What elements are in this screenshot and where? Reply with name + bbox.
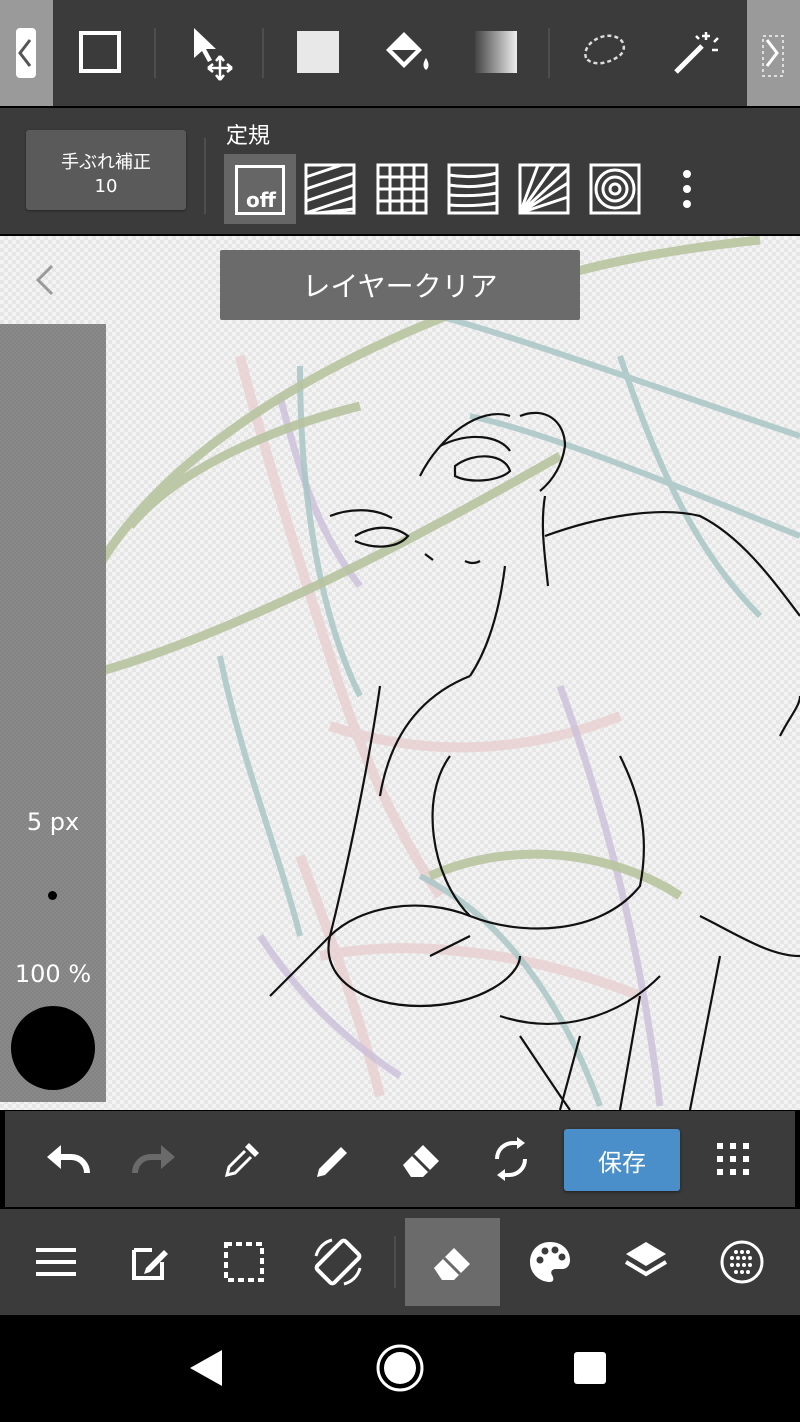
parallel-ruler-button[interactable]: [298, 160, 362, 218]
redo-icon: [132, 1145, 175, 1174]
brush-size-label: 5 px: [26, 808, 80, 836]
concentric-ruler-button[interactable]: [583, 160, 647, 218]
gradient-icon: [475, 31, 517, 73]
stabilizer-value: 10: [94, 176, 118, 197]
ruler-off-frame: off: [235, 165, 285, 215]
radial-ruler-button[interactable]: [512, 160, 576, 218]
color-swatch[interactable]: [11, 1006, 95, 1090]
nav-home-button[interactable]: [374, 1342, 426, 1398]
nav-back-button[interactable]: [186, 1346, 226, 1394]
recents-square-icon: [574, 1352, 606, 1384]
stabilizer-label: 手ぶれ補正: [61, 152, 151, 173]
more-vertical-icon: [683, 170, 691, 208]
tab-eraser[interactable]: [406, 1216, 498, 1308]
tab-material[interactable]: [696, 1216, 788, 1308]
gradient-tool[interactable]: [458, 14, 534, 90]
ruler-label: 定規: [226, 124, 271, 149]
concentric-circles-icon: [589, 163, 641, 215]
rotate-arrows-icon: [495, 1137, 527, 1181]
transform-toggle-button[interactable]: [476, 1124, 546, 1194]
eyedropper-icon: [224, 1143, 259, 1178]
pencil-icon: [317, 1147, 347, 1177]
dotted-circle-icon: [720, 1240, 764, 1284]
tab-layers[interactable]: [600, 1216, 692, 1308]
back-triangle-icon: [190, 1350, 222, 1386]
square-outline-icon: [79, 31, 121, 73]
lasso-icon: [584, 34, 625, 65]
chevron-left-icon: [16, 28, 36, 78]
dashed-selection-icon: [224, 1242, 264, 1282]
layers-icon: [624, 1242, 668, 1277]
paint-bucket-icon: [386, 32, 429, 70]
grid-icon: [376, 163, 428, 215]
menu-grid-button[interactable]: [698, 1124, 768, 1194]
more-options-button[interactable]: [670, 166, 704, 214]
stabilizer-button[interactable]: 手ぶれ補正 10: [26, 130, 186, 210]
rectangle-select-tool[interactable]: [62, 14, 138, 90]
dots-grid-icon: [717, 1143, 749, 1175]
fill-color-tool[interactable]: [280, 14, 356, 90]
bucket-tool[interactable]: [368, 14, 444, 90]
palette-icon: [530, 1242, 570, 1282]
toolbar-divider: [154, 28, 156, 78]
tab-edit[interactable]: [104, 1216, 196, 1308]
tab-menu[interactable]: [10, 1216, 102, 1308]
tab-divider: [394, 1236, 396, 1288]
drawing-canvas[interactable]: [0, 236, 800, 1110]
edit-square-icon: [132, 1248, 168, 1280]
eraser-icon: [434, 1248, 470, 1280]
chevron-left-icon: [35, 264, 54, 296]
ruler-off-label: off: [246, 188, 276, 212]
magic-wand-icon: [674, 32, 719, 74]
eraser-quick-button[interactable]: [386, 1124, 456, 1194]
hamburger-menu-icon: [36, 1248, 76, 1276]
move-tool[interactable]: [172, 14, 248, 90]
ruler-divider: [204, 138, 206, 214]
collapse-left-tab[interactable]: [0, 0, 53, 106]
filled-square-icon: [297, 31, 339, 73]
tab-color[interactable]: [504, 1216, 596, 1308]
screen-rotation-icon: [314, 1238, 362, 1286]
pen-button[interactable]: [298, 1124, 368, 1194]
grid-ruler-button[interactable]: [370, 160, 434, 218]
perspective-ruler-button[interactable]: [441, 160, 505, 218]
toolbar-divider: [262, 28, 264, 78]
tab-selection[interactable]: [198, 1216, 290, 1308]
chevron-right-icon: [762, 35, 784, 77]
toolbar-divider: [548, 28, 550, 78]
redo-button[interactable]: [120, 1124, 190, 1194]
tab-rotate-canvas[interactable]: [292, 1216, 384, 1308]
canvas-back-button[interactable]: [26, 260, 62, 304]
eyedropper-button[interactable]: [208, 1124, 278, 1194]
opacity-label: 100 %: [14, 960, 92, 988]
undo-icon: [47, 1145, 90, 1174]
lasso-tool[interactable]: [566, 14, 642, 90]
move-arrow-icon: [194, 28, 233, 81]
toast-message: レイヤークリア: [220, 250, 580, 320]
parallel-lines-icon: [304, 163, 356, 215]
perspective-lines-icon: [447, 163, 499, 215]
collapse-right-tab[interactable]: [747, 0, 800, 106]
eraser-icon: [403, 1145, 439, 1177]
home-circle-icon: [376, 1344, 424, 1392]
canvas-artwork: [39, 236, 800, 1110]
ruler-off-button[interactable]: off: [224, 154, 296, 224]
radial-lines-icon: [518, 163, 570, 215]
nav-recents-button[interactable]: [572, 1350, 608, 1390]
save-button[interactable]: 保存: [564, 1129, 680, 1191]
magic-wand-tool[interactable]: [656, 14, 732, 90]
undo-button[interactable]: [32, 1124, 102, 1194]
brush-size-preview: [48, 891, 57, 900]
